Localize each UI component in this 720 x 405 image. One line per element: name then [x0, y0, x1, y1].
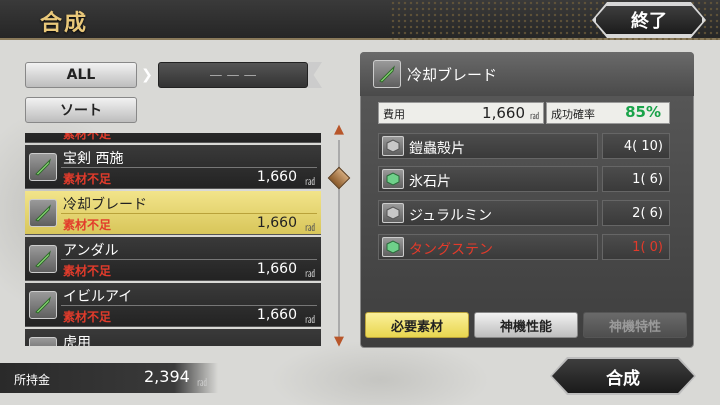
- material-chunk-icon: [382, 237, 404, 257]
- item-cost: 1,660: [256, 215, 297, 231]
- item-cost: 1,660: [256, 169, 297, 185]
- chevron-right-icon: ❯: [141, 67, 153, 83]
- material-chunk-icon: [382, 203, 404, 223]
- list-item[interactable]: アンダル 素材不足 1,660 ㎭: [25, 237, 321, 281]
- item-status: 素材不足: [63, 172, 112, 186]
- blade-icon: [29, 153, 57, 181]
- divider: [61, 167, 317, 168]
- background-emblem-bottom: [270, 340, 490, 405]
- category-filter[interactable]: — — —: [158, 62, 308, 88]
- item-name: 冷却ブレード: [63, 197, 147, 213]
- blade-icon: [29, 245, 57, 273]
- item-cost: 1,660: [256, 307, 297, 323]
- material-row[interactable]: 氷石片: [378, 166, 598, 192]
- divider: [61, 305, 317, 306]
- material-name: タングステン: [409, 242, 493, 258]
- all-filter-button[interactable]: ALL: [25, 62, 137, 88]
- item-name: 虎用: [63, 335, 91, 346]
- scroll-down-icon[interactable]: ▼: [331, 335, 347, 348]
- tab-required-materials[interactable]: 必要素材: [365, 312, 469, 338]
- sort-button[interactable]: ソート: [25, 97, 137, 123]
- material-quantity: 1( 6): [602, 166, 670, 192]
- blade-icon: [29, 337, 57, 346]
- blade-icon: [29, 291, 57, 319]
- list-item-selected[interactable]: 冷却ブレード 素材不足 1,660 ㎭: [25, 191, 321, 235]
- item-name: 宝剣 西施: [63, 151, 124, 167]
- item-status: 素材不足: [63, 310, 112, 324]
- item-status: 素材不足: [63, 218, 112, 232]
- list-item-partial-bottom[interactable]: 虎用: [25, 329, 321, 346]
- material-quantity: 2( 6): [602, 200, 670, 226]
- material-quantity: 4( 10): [602, 133, 670, 159]
- currency-unit: ㎭: [305, 315, 315, 326]
- recipe-list[interactable]: 素材不足 宝剣 西施 素材不足 1,660 ㎭ 冷却ブレード 素材不足 1,66…: [25, 133, 321, 346]
- cost-value: 1,660: [482, 104, 525, 122]
- divider: [61, 213, 317, 214]
- success-rate-label: 成功確率: [551, 108, 595, 121]
- detail-title: 冷却ブレード: [407, 66, 498, 84]
- material-quantity: 1( 0): [602, 234, 670, 260]
- material-chunk-icon: [382, 136, 404, 156]
- list-item[interactable]: 宝剣 西施 素材不足 1,660 ㎭: [25, 145, 321, 189]
- money-value: 2,394: [144, 367, 190, 386]
- scroll-up-icon[interactable]: ▲: [331, 123, 347, 136]
- item-status: 素材不足: [63, 133, 112, 141]
- item-status: 素材不足: [63, 264, 112, 278]
- success-rate-value: 85%: [625, 103, 661, 121]
- money-label: 所持金: [14, 373, 51, 387]
- currency-unit: ㎭: [529, 112, 539, 122]
- material-row-short[interactable]: タングステン: [378, 234, 598, 260]
- material-chunk-icon: [382, 169, 404, 189]
- tab-performance[interactable]: 神機性能: [474, 312, 578, 338]
- scrollbar-thumb[interactable]: [327, 166, 351, 190]
- item-cost: 1,660: [256, 261, 297, 277]
- material-name: 鎧蟲殻片: [409, 141, 465, 157]
- category-filter-tail: [308, 62, 322, 88]
- list-item[interactable]: イビルアイ 素材不足 1,660 ㎭: [25, 283, 321, 327]
- currency-unit: ㎭: [197, 378, 207, 389]
- item-name: アンダル: [63, 243, 119, 259]
- currency-unit: ㎭: [305, 223, 315, 234]
- currency-unit: ㎭: [305, 269, 315, 280]
- divider: [61, 259, 317, 260]
- synthesize-button[interactable]: 合成: [552, 359, 694, 393]
- material-name: ジュラルミン: [409, 208, 493, 224]
- page-title: 合成: [40, 11, 89, 36]
- item-name: イビルアイ: [63, 289, 133, 305]
- material-row[interactable]: 鎧蟲殻片: [378, 133, 598, 159]
- success-rate-box: 成功確率 85%: [546, 102, 670, 124]
- tab-traits[interactable]: 神機特性: [583, 312, 687, 338]
- material-row[interactable]: ジュラルミン: [378, 200, 598, 226]
- blade-icon: [29, 199, 57, 227]
- cost-label: 費用: [383, 108, 405, 121]
- list-item-partial-top[interactable]: 素材不足: [25, 133, 321, 143]
- currency-unit: ㎭: [305, 177, 315, 188]
- cost-box: 費用 1,660 ㎭: [378, 102, 544, 124]
- material-name: 氷石片: [409, 174, 451, 190]
- end-button[interactable]: 終了: [594, 4, 704, 36]
- blade-icon: [373, 60, 401, 88]
